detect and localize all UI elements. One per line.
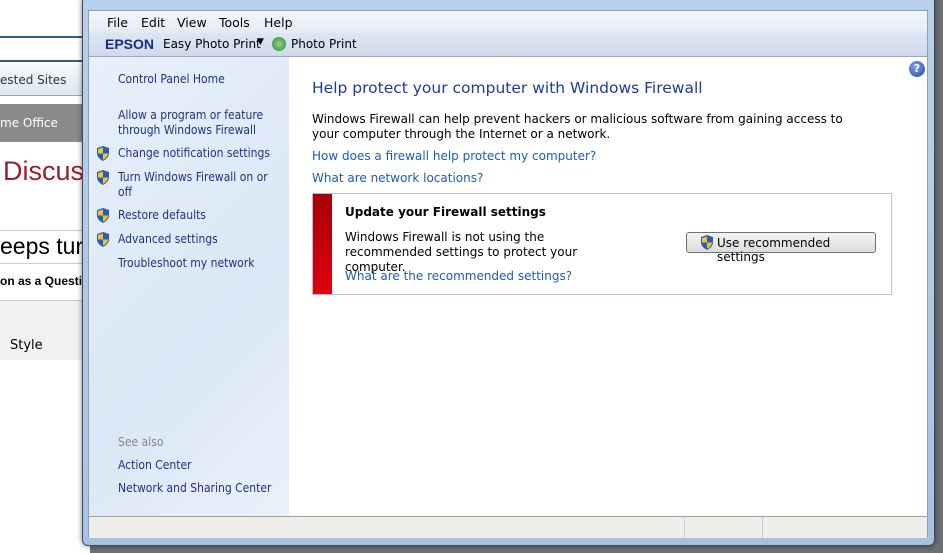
shield-icon xyxy=(701,235,713,250)
change-notification-link[interactable]: Change notification settings xyxy=(118,146,283,161)
restore-defaults-link[interactable]: Restore defaults xyxy=(118,208,283,223)
photo-print-button[interactable]: Photo Print xyxy=(291,37,357,51)
shield-icon xyxy=(97,208,109,223)
main-content: ? Help protect your computer with Window… xyxy=(289,57,927,516)
network-sharing-center-link[interactable]: Network and Sharing Center xyxy=(118,481,283,496)
shield-icon xyxy=(97,232,109,247)
menu-tools[interactable]: Tools xyxy=(219,15,250,30)
printer-icon xyxy=(272,37,286,51)
allow-program-link[interactable]: Allow a program or feature through Windo… xyxy=(118,108,283,138)
discuss-heading: Discus xyxy=(3,156,85,186)
background-browser-window: ested Sites me Office Discus eeps tur on… xyxy=(0,0,90,553)
question-title: eeps tur xyxy=(0,233,84,259)
action-center-link[interactable]: Action Center xyxy=(118,458,283,473)
office-tab: me Office xyxy=(0,116,58,130)
troubleshoot-network-link[interactable]: Troubleshoot my network xyxy=(118,256,283,271)
menu-edit[interactable]: Edit xyxy=(141,15,165,30)
alert-red-bar xyxy=(313,194,332,294)
status-bar xyxy=(89,516,927,538)
menu-view[interactable]: View xyxy=(177,15,207,30)
button-label: Use recommended settings xyxy=(717,236,831,264)
control-panel-home-link[interactable]: Control Panel Home xyxy=(118,72,283,87)
easy-photo-print-button[interactable]: Easy Photo Print xyxy=(163,37,261,51)
alert-title: Update your Firewall settings xyxy=(345,205,546,219)
see-also-label: See also xyxy=(118,435,164,449)
style-dropdown[interactable]: Style xyxy=(10,338,43,353)
network-locations-link[interactable]: What are network locations? xyxy=(312,171,483,185)
post-as-question: on as a Questi xyxy=(0,274,83,288)
dropdown-arrow-icon[interactable]: ▼ xyxy=(257,37,264,47)
update-settings-alert: Update your Firewall settings Windows Fi… xyxy=(312,193,892,295)
recommended-settings-link[interactable]: What are the recommended settings? xyxy=(345,269,572,283)
how-firewall-helps-link[interactable]: How does a firewall help protect my comp… xyxy=(312,149,596,163)
firewall-description: Windows Firewall can help prevent hacker… xyxy=(312,112,843,141)
shield-icon xyxy=(97,170,109,185)
advanced-settings-link[interactable]: Advanced settings xyxy=(118,232,283,247)
page-title: Help protect your computer with Windows … xyxy=(312,79,703,97)
epson-logo: EPSON xyxy=(105,36,155,52)
use-recommended-settings-button[interactable]: Use recommended settings xyxy=(686,232,876,264)
suggested-sites[interactable]: ested Sites xyxy=(0,73,66,87)
sidebar: Control Panel Home Allow a program or fe… xyxy=(89,57,289,516)
menu-file[interactable]: File xyxy=(107,15,128,30)
shield-icon xyxy=(97,146,109,161)
help-icon[interactable]: ? xyxy=(909,61,925,77)
turn-firewall-on-off-link[interactable]: Turn Windows Firewall on or off xyxy=(118,170,278,200)
menu-bar: File Edit View Tools Help xyxy=(89,11,927,33)
menu-help[interactable]: Help xyxy=(264,15,293,30)
epson-toolbar: EPSON Easy Photo Print ▼ Photo Print xyxy=(89,33,927,57)
window-client: File Edit View Tools Help EPSON Easy Pho… xyxy=(88,10,928,538)
